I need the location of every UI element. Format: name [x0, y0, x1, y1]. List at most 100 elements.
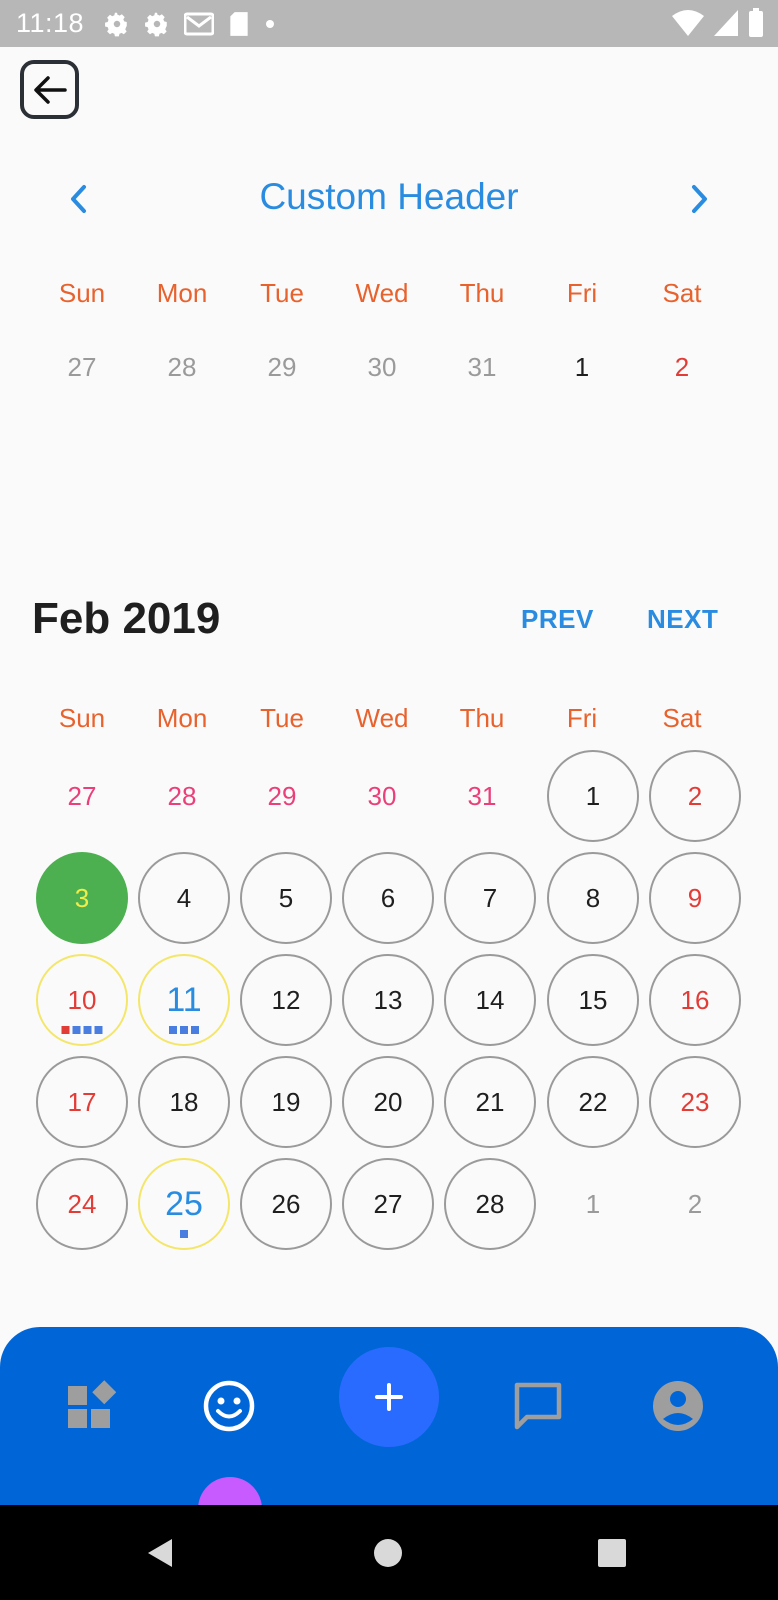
add-button[interactable] — [339, 1347, 439, 1447]
triangle-back-icon — [148, 1539, 172, 1567]
day-cell[interactable]: 12 — [240, 954, 332, 1046]
day-cell[interactable]: 29 — [232, 352, 332, 383]
day-cell[interactable]: 1 — [532, 352, 632, 383]
weekday-label: Sun — [58, 278, 106, 308]
day-cell[interactable]: 5 — [240, 852, 332, 944]
weekday-label: Fri — [566, 278, 598, 308]
day-cell[interactable]: 2 — [649, 1158, 741, 1250]
chevron-right-icon[interactable] — [684, 182, 714, 216]
day-cell[interactable]: 29 — [236, 750, 328, 842]
weekday-label: Tue — [260, 703, 304, 733]
day-cell[interactable]: 20 — [342, 1056, 434, 1148]
month-weekday-row: Sun Mon Tue Wed Thu Fri Sat — [0, 703, 778, 743]
event-day-cell[interactable]: 25 — [138, 1158, 230, 1250]
day-cell[interactable]: 21 — [444, 1056, 536, 1148]
day-cell[interactable]: 13 — [342, 954, 434, 1046]
day-cell[interactable]: 2 — [632, 352, 732, 383]
system-recents-button[interactable] — [594, 1535, 630, 1571]
day-cell[interactable]: 15 — [547, 954, 639, 1046]
weekday-label: Mon — [156, 278, 208, 308]
event-dots — [169, 1026, 199, 1034]
event-day-cell[interactable]: 10 — [36, 954, 128, 1046]
custom-calendar-header: Custom Header — [0, 170, 778, 228]
day-cell[interactable]: 27 — [342, 1158, 434, 1250]
day-cell[interactable]: 24 — [36, 1158, 128, 1250]
weekday-label: Fri — [566, 703, 598, 733]
day-cell[interactable]: 22 — [547, 1056, 639, 1148]
prev-button[interactable]: PREV — [521, 604, 594, 635]
status-time: 11:18 — [16, 8, 85, 38]
nav-account[interactable] — [650, 1378, 706, 1434]
gear-icon — [105, 12, 127, 36]
smiley-icon — [203, 1380, 255, 1432]
day-cell[interactable]: 30 — [336, 750, 428, 842]
battery-icon — [749, 8, 763, 37]
account-icon — [653, 1381, 703, 1431]
weekday-label: Sun — [58, 703, 106, 733]
day-cell[interactable]: 6 — [342, 852, 434, 944]
weekday-label: Tue — [260, 278, 304, 308]
dot-icon — [266, 19, 275, 28]
day-cell[interactable]: 1 — [547, 750, 639, 842]
status-bar: 11:18 — [0, 0, 778, 47]
day-cell[interactable]: 26 — [240, 1158, 332, 1250]
weekday-label: Mon — [156, 703, 208, 733]
day-cell[interactable]: 23 — [649, 1056, 741, 1148]
custom-day-row: 27 28 29 30 31 1 2 — [0, 352, 778, 392]
day-cell[interactable]: 9 — [649, 852, 741, 944]
custom-header-title: Custom Header — [259, 176, 519, 217]
screen: 11:18 Custom Header Sun Mon Tue Wed Thu … — [0, 0, 778, 1600]
bottom-nav — [0, 1327, 778, 1505]
day-cell[interactable]: 1 — [547, 1158, 639, 1250]
day-cell[interactable]: 2 — [649, 750, 741, 842]
mail-icon — [184, 12, 215, 35]
dashboard-icon — [68, 1380, 116, 1428]
day-number: 10 — [67, 984, 97, 1015]
day-cell[interactable]: 4 — [138, 852, 230, 944]
day-cell[interactable]: 28 — [132, 352, 232, 383]
day-cell[interactable]: 28 — [444, 1158, 536, 1250]
weekday-label: Sat — [662, 278, 702, 308]
day-cell[interactable]: 14 — [444, 954, 536, 1046]
day-cell[interactable]: 31 — [432, 352, 532, 383]
day-cell[interactable]: 31 — [436, 750, 528, 842]
signal-icon — [714, 10, 738, 36]
today-cell[interactable]: 3 — [36, 852, 128, 944]
day-cell[interactable]: 30 — [332, 352, 432, 383]
chat-icon — [514, 1382, 562, 1430]
day-cell[interactable]: 8 — [547, 852, 639, 944]
day-cell[interactable]: 28 — [136, 750, 228, 842]
sd-card-icon — [230, 11, 248, 36]
square-recents-icon — [598, 1539, 626, 1567]
gear-icon — [145, 12, 167, 36]
weekday-label: Wed — [355, 278, 409, 308]
day-cell[interactable]: 19 — [240, 1056, 332, 1148]
nav-smiley[interactable] — [201, 1378, 257, 1434]
day-number: 25 — [165, 1184, 203, 1223]
custom-weekday-row: Sun Mon Tue Wed Thu Fri Sat — [0, 278, 778, 318]
system-home-button[interactable] — [370, 1535, 406, 1571]
event-day-cell[interactable]: 11 — [138, 954, 230, 1046]
day-cell[interactable]: 27 — [32, 352, 132, 383]
nav-chat[interactable] — [510, 1378, 566, 1434]
weekday-label: Thu — [459, 278, 505, 308]
event-dots — [61, 1026, 103, 1034]
nav-dashboard[interactable] — [62, 1378, 118, 1434]
back-button[interactable] — [20, 60, 79, 119]
wifi-icon — [672, 10, 704, 36]
system-back-button[interactable] — [143, 1535, 179, 1571]
day-cell[interactable]: 18 — [138, 1056, 230, 1148]
system-nav-bar — [0, 1505, 778, 1600]
weekday-label: Sat — [662, 703, 702, 733]
day-cell[interactable]: 16 — [649, 954, 741, 1046]
event-dots — [180, 1230, 188, 1238]
arrow-left-icon — [33, 75, 67, 104]
add-icon — [375, 1383, 403, 1411]
weekday-label: Wed — [355, 703, 409, 733]
month-title: Feb 2019 — [32, 594, 221, 643]
day-cell[interactable]: 7 — [444, 852, 536, 944]
next-button[interactable]: NEXT — [647, 604, 718, 635]
circle-home-icon — [374, 1539, 402, 1567]
day-cell[interactable]: 17 — [36, 1056, 128, 1148]
day-cell[interactable]: 27 — [36, 750, 128, 842]
